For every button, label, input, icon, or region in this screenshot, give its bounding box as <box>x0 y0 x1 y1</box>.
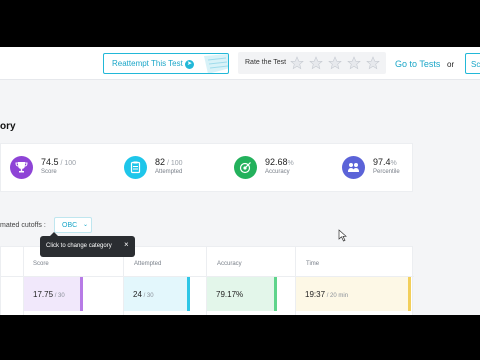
column-header: Score <box>33 261 49 267</box>
trophy-icon <box>10 156 33 179</box>
stat-value: 82 / 100 <box>155 157 183 167</box>
reattempt-test-button[interactable]: Reattempt This Test ➤ <box>103 53 229 74</box>
mouse-cursor-icon <box>338 229 347 242</box>
column-header: Attempted <box>134 261 162 267</box>
section-heading: ory <box>0 121 16 132</box>
reattempt-label: Reattempt This Test <box>112 59 183 68</box>
cell-value: 19:37 / 20 min <box>305 290 349 299</box>
or-label: or <box>447 60 455 69</box>
category-select[interactable]: OBC ⌄ <box>54 217 92 233</box>
users-icon <box>342 156 365 179</box>
rate-test-panel: Rate the Test <box>238 52 386 74</box>
accuracy-cell: 79.17% <box>207 277 277 311</box>
time-bar <box>408 277 411 311</box>
column-header: Time <box>306 261 320 267</box>
clipboard-icon <box>124 156 147 179</box>
category-tooltip: Click to change category × <box>40 232 135 257</box>
secondary-button-label: Sc <box>471 60 480 69</box>
go-to-tests-link[interactable]: Go to Tests <box>395 59 440 69</box>
cell-value: 17.75 / 30 <box>33 290 65 299</box>
arrow-right-icon: ➤ <box>185 60 194 69</box>
stats-card: 74.5 / 100 Score 82 / 100 Attempted 92.6… <box>0 143 413 192</box>
rate-test-label: Rate the Test <box>245 59 287 66</box>
attempted-cell: 24 / 30 <box>124 277 190 311</box>
time-cell: 19:37 / 20 min <box>296 277 411 311</box>
star-icon[interactable] <box>309 56 323 70</box>
stat-caption: Score <box>41 169 57 175</box>
target-icon <box>234 156 257 179</box>
stat-value: 97.4% <box>373 157 397 167</box>
stat-caption: Accuracy <box>265 169 290 175</box>
cutoffs-label: mated cutoffs : <box>0 222 46 229</box>
stat-value: 74.5 / 100 <box>41 157 77 167</box>
close-icon[interactable]: × <box>124 240 129 249</box>
accuracy-bar <box>274 277 277 311</box>
star-icon[interactable] <box>347 56 361 70</box>
star-icon[interactable] <box>366 56 380 70</box>
star-icon[interactable] <box>328 56 342 70</box>
top-bar: Reattempt This Test ➤ Rate the Test Go t… <box>0 47 480 80</box>
stat-caption: Percentile <box>373 169 400 175</box>
attempted-bar <box>187 277 190 311</box>
score-bar <box>80 277 83 311</box>
app-screen: Reattempt This Test ➤ Rate the Test Go t… <box>0 47 480 315</box>
chevron-down-icon: ⌄ <box>83 222 89 228</box>
cell-value: 79.17% <box>216 290 244 299</box>
category-select-value: OBC <box>62 222 78 229</box>
stat-value: 92.68% <box>265 157 294 167</box>
star-icon[interactable] <box>290 56 304 70</box>
tooltip-text: Click to change category <box>46 243 112 249</box>
cell-value: 24 / 30 <box>133 290 154 299</box>
decoration-icon <box>204 54 228 73</box>
score-cell: 17.75 / 30 <box>24 277 83 311</box>
stat-caption: Attempted <box>155 169 183 175</box>
secondary-button[interactable]: Sc <box>465 53 480 74</box>
column-header: Accuracy <box>217 261 242 267</box>
